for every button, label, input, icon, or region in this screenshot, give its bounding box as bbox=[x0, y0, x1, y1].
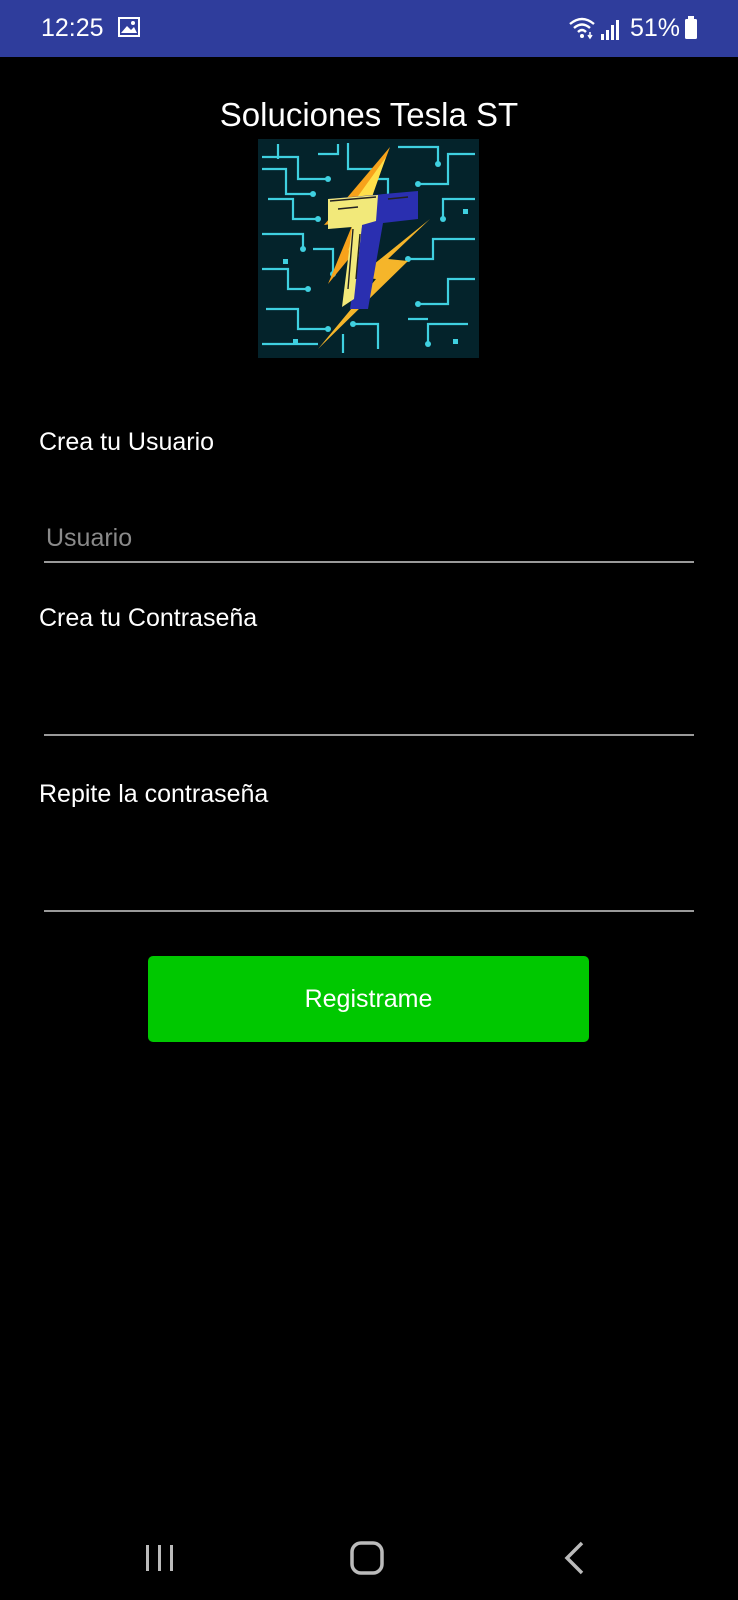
circuit-lightning-t-logo-icon bbox=[258, 139, 479, 358]
back-icon[interactable] bbox=[562, 1539, 586, 1577]
password-input[interactable] bbox=[44, 688, 694, 736]
wifi-icon bbox=[569, 17, 595, 40]
repeat-password-input[interactable] bbox=[44, 864, 694, 912]
status-time: 12:25 bbox=[41, 14, 104, 42]
user-input[interactable] bbox=[44, 515, 694, 563]
app-title: Soluciones Tesla ST bbox=[219, 96, 519, 133]
status-bar: 12:25 51% bbox=[0, 0, 738, 57]
register-button[interactable]: Registrame bbox=[148, 956, 589, 1042]
user-label: Crea tu Usuario bbox=[39, 428, 215, 456]
app-logo bbox=[258, 139, 479, 358]
home-icon[interactable] bbox=[348, 1539, 386, 1577]
repeat-password-label: Repite la contraseña bbox=[39, 780, 269, 808]
signal-icon bbox=[601, 20, 619, 40]
password-label: Crea tu Contraseña bbox=[39, 604, 258, 632]
image-icon bbox=[118, 17, 140, 37]
recents-icon[interactable] bbox=[143, 1541, 177, 1575]
battery-icon bbox=[685, 16, 697, 39]
battery-percentage: 51% bbox=[630, 14, 681, 42]
